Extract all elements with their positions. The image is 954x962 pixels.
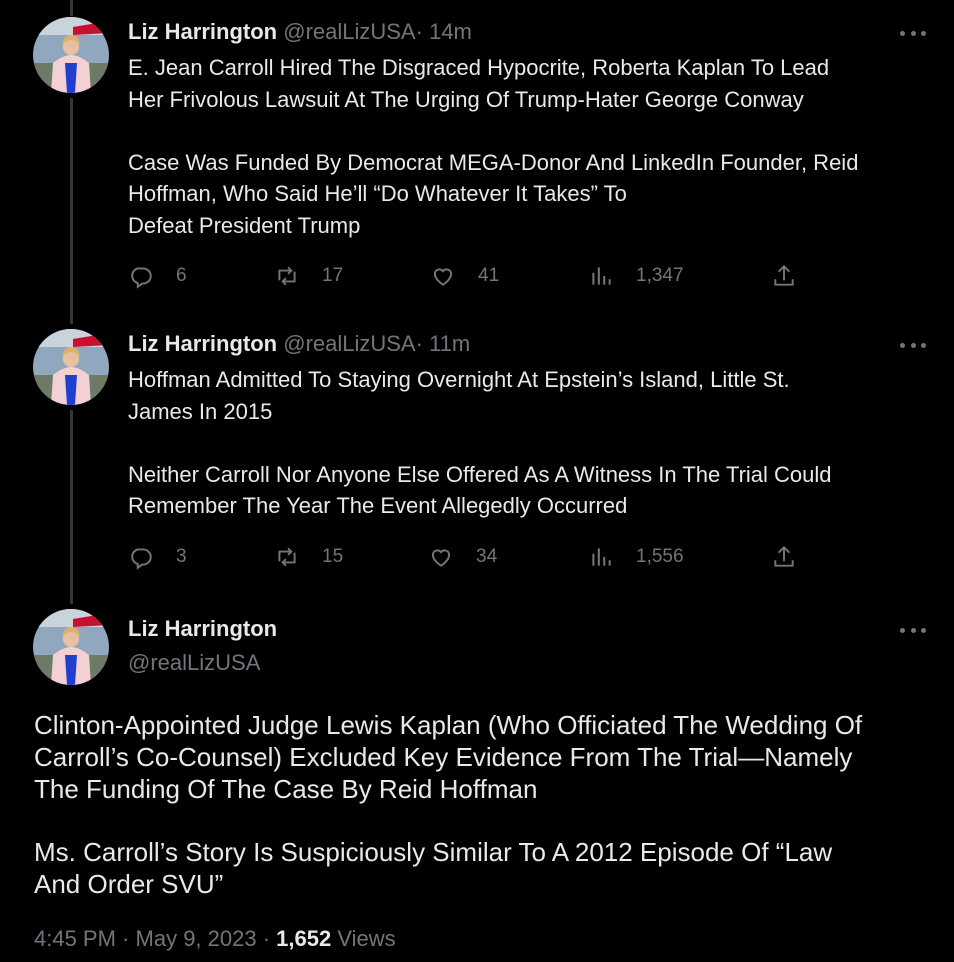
- timestamp[interactable]: 14m: [429, 19, 472, 44]
- author-handle[interactable]: @realLizUSA: [283, 331, 415, 356]
- avatar[interactable]: [33, 329, 109, 405]
- retweet-button[interactable]: 17: [274, 261, 343, 291]
- tweet-meta: 4:45 PM · May 9, 2023 · 1,652 Views: [34, 926, 396, 952]
- author-handle[interactable]: @realLizUSA: [283, 19, 415, 44]
- separator: ·: [415, 331, 423, 356]
- share-icon: [774, 264, 794, 286]
- separator: ·: [415, 19, 423, 44]
- share-button[interactable]: [771, 261, 797, 291]
- thread-line-2: [70, 410, 73, 604]
- avatar-photo: [33, 17, 109, 93]
- avatar-photo: [33, 609, 109, 685]
- views-count: 1,556: [636, 546, 684, 567]
- avatar-photo: [33, 329, 109, 405]
- tweet-header: Liz Harrington @realLizUSA· 14m: [128, 19, 472, 45]
- like-button[interactable]: 34: [428, 542, 497, 572]
- avatar[interactable]: [33, 609, 109, 685]
- like-count: 34: [476, 546, 498, 567]
- thread-line-top: [70, 0, 73, 16]
- retweet-icon: [278, 547, 296, 567]
- more-icon[interactable]: [900, 624, 926, 636]
- avatar[interactable]: [33, 17, 109, 93]
- views-button[interactable]: 1,556: [588, 542, 684, 572]
- share-icon: [774, 545, 794, 567]
- reply-icon: [131, 548, 152, 570]
- reply-count: 6: [176, 265, 187, 286]
- retweet-count: 15: [322, 546, 344, 567]
- views-icon: [592, 267, 611, 285]
- share-button[interactable]: [771, 542, 797, 572]
- views-icon: [592, 548, 611, 566]
- like-count: 41: [478, 265, 500, 286]
- reply-icon: [131, 267, 152, 289]
- views-count: 1,347: [636, 265, 684, 286]
- author-name[interactable]: Liz Harrington: [128, 19, 277, 44]
- tweet-text: Clinton-Appointed Judge Lewis Kaplan (Wh…: [34, 710, 863, 899]
- views-count: 1,652: [276, 926, 332, 951]
- separator: ·: [262, 926, 271, 951]
- views-button[interactable]: 1,347: [588, 261, 684, 291]
- timestamp[interactable]: 11m: [429, 331, 470, 356]
- retweet-count: 17: [322, 265, 344, 286]
- author-name[interactable]: Liz Harrington: [128, 616, 277, 642]
- retweet-button[interactable]: 15: [274, 542, 343, 572]
- reply-count: 3: [176, 546, 187, 567]
- action-bar: 6 17 41 1,347: [128, 261, 808, 291]
- reply-button[interactable]: 6: [128, 261, 187, 291]
- tweet-text: Hoffman Admitted To Staying Overnight At…: [128, 367, 832, 518]
- post-date[interactable]: May 9, 2023: [136, 926, 257, 951]
- like-button[interactable]: 41: [430, 261, 499, 291]
- tweet-header: Liz Harrington @realLizUSA· 11m: [128, 331, 470, 357]
- heart-icon: [431, 549, 451, 567]
- separator: ·: [122, 926, 130, 951]
- tweet-text: E. Jean Carroll Hired The Disgraced Hypo…: [128, 55, 859, 238]
- author-name[interactable]: Liz Harrington: [128, 331, 277, 356]
- retweet-icon: [278, 266, 296, 286]
- post-time[interactable]: 4:45 PM: [34, 926, 116, 951]
- reply-button[interactable]: 3: [128, 542, 187, 572]
- more-icon[interactable]: [900, 27, 926, 39]
- more-icon[interactable]: [900, 339, 926, 351]
- author-handle[interactable]: @realLizUSA: [128, 650, 260, 676]
- thread-line-1: [70, 98, 73, 324]
- action-bar: 3 15 34 1,556: [128, 542, 808, 572]
- heart-icon: [433, 268, 453, 286]
- views-label: Views: [337, 926, 396, 951]
